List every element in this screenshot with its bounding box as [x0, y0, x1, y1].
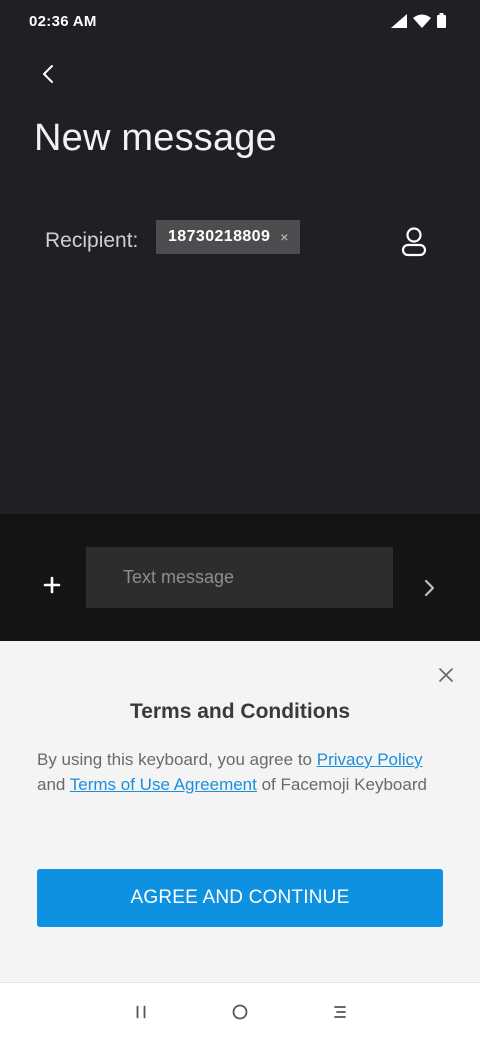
signal-icon: [391, 13, 407, 28]
status-time: 02:36 AM: [29, 13, 97, 30]
terms-title: Terms and Conditions: [129, 700, 351, 723]
navigation-bar: [0, 982, 480, 1040]
person-icon: [401, 227, 427, 257]
page-title: New message: [34, 117, 277, 159]
back-icon: [334, 1006, 346, 1018]
battery-icon: [437, 13, 446, 28]
terms-of-use-link[interactable]: Terms of Use Agreement: [70, 775, 257, 794]
terms-text-1: By using this keyboard, you agree to: [37, 750, 317, 769]
recipient-chip-number: 18730218809: [168, 228, 271, 245]
terms-close-button[interactable]: [436, 665, 456, 685]
home-icon: [232, 1004, 248, 1020]
status-icons: [391, 13, 446, 28]
recipient-chip[interactable]: 18730218809 ×: [156, 220, 301, 254]
agree-and-continue-button[interactable]: AGREE AND CONTINUE: [37, 869, 443, 927]
privacy-policy-link[interactable]: Privacy Policy: [317, 750, 423, 769]
contact-picker-button[interactable]: [398, 224, 430, 258]
chevron-right-icon: [424, 579, 435, 597]
close-icon: [439, 668, 453, 682]
plus-icon: [43, 576, 61, 594]
message-area: New message Recipient: 18730218809 ×: [0, 44, 480, 514]
chip-remove-icon[interactable]: ×: [280, 230, 288, 244]
recents-icon: [136, 1005, 146, 1019]
attach-button[interactable]: [41, 574, 63, 596]
terms-panel: Terms and Conditions By using this keybo…: [0, 641, 480, 982]
back-chevron-icon: [43, 65, 53, 83]
recipient-label: Recipient:: [45, 229, 139, 252]
message-input[interactable]: [86, 547, 393, 608]
terms-text-3: of Facemoji Keyboard: [256, 774, 427, 794]
home-button[interactable]: [228, 1000, 252, 1024]
terms-body: By using this keyboard, you agree to Pri…: [37, 748, 447, 797]
send-button[interactable]: [419, 578, 439, 598]
terms-text-2: and: [37, 774, 70, 794]
status-bar: 02:36 AM: [0, 0, 480, 44]
back-button[interactable]: [30, 56, 66, 92]
compose-bar: [0, 514, 480, 641]
nav-back-button[interactable]: [328, 1000, 352, 1024]
wifi-icon: [413, 14, 431, 28]
recents-button[interactable]: [129, 1000, 153, 1024]
